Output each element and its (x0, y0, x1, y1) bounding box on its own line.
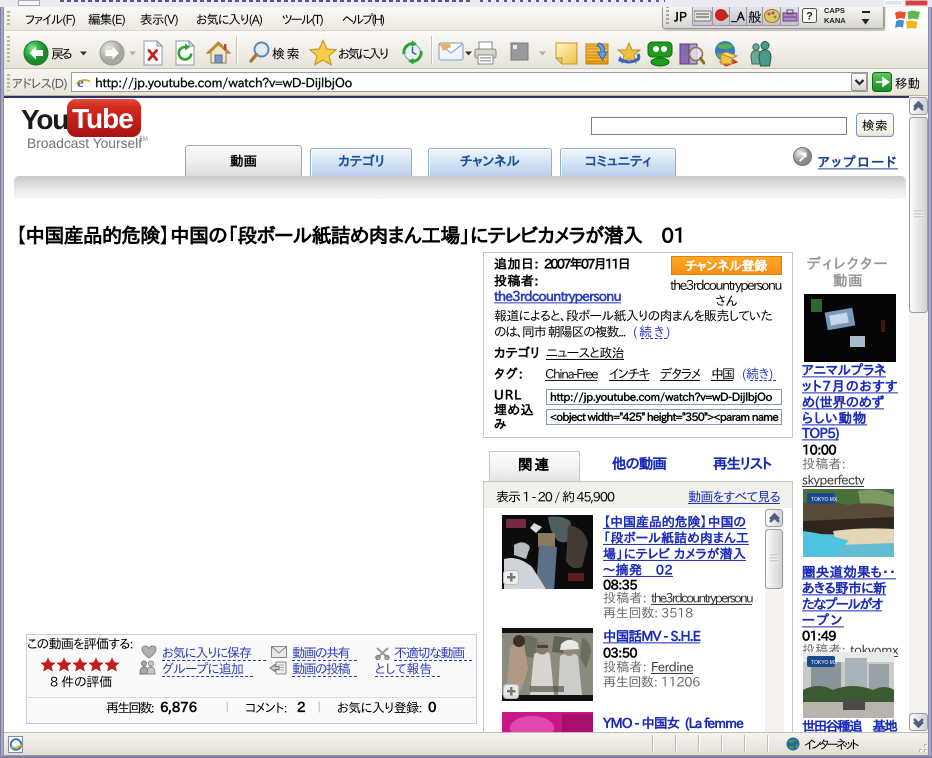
svg-text:TOKYO MX: TOKYO MX (811, 660, 838, 666)
svg-text:Tube: Tube (72, 103, 133, 134)
svg-text:You: You (21, 104, 68, 135)
svg-text:TOKYO MX: TOKYO MX (811, 497, 838, 503)
svg-text:?: ? (806, 11, 813, 23)
